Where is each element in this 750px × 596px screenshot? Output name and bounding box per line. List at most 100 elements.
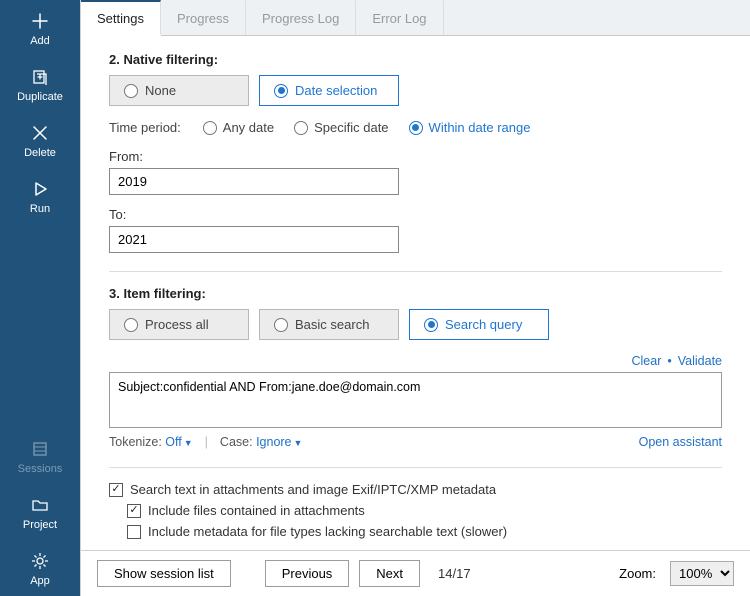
x-icon bbox=[29, 122, 51, 144]
radio-icon bbox=[124, 84, 138, 98]
previous-button[interactable]: Previous bbox=[265, 560, 350, 587]
option-label: Process all bbox=[145, 317, 209, 332]
radio-label: Specific date bbox=[314, 120, 388, 135]
tab-errorlog[interactable]: Error Log bbox=[356, 0, 443, 35]
radio-icon bbox=[124, 318, 138, 332]
play-icon bbox=[29, 178, 51, 200]
option-none[interactable]: None bbox=[109, 75, 249, 106]
radio-label: Any date bbox=[223, 120, 274, 135]
to-input[interactable] bbox=[109, 226, 399, 253]
radio-within-range[interactable]: Within date range bbox=[409, 120, 531, 135]
time-period-label: Time period: bbox=[109, 120, 181, 135]
radio-label: Within date range bbox=[429, 120, 531, 135]
chevron-down-icon: ▼ bbox=[184, 438, 193, 448]
item-filtering-options: Process all Basic search Search query bbox=[109, 309, 722, 340]
option-search-query[interactable]: Search query bbox=[409, 309, 549, 340]
radio-icon bbox=[294, 121, 308, 135]
option-label: Search query bbox=[445, 317, 522, 332]
radio-icon bbox=[409, 121, 423, 135]
tab-bar: Settings Progress Progress Log Error Log bbox=[81, 0, 750, 36]
tab-progresslog[interactable]: Progress Log bbox=[246, 0, 356, 35]
tab-progress[interactable]: Progress bbox=[161, 0, 246, 35]
case-label: Case: bbox=[220, 435, 253, 449]
section-divider bbox=[109, 467, 722, 468]
gear-icon bbox=[29, 550, 51, 572]
from-label: From: bbox=[109, 149, 722, 164]
radio-icon bbox=[424, 318, 438, 332]
zoom-select[interactable]: 100% bbox=[670, 561, 734, 586]
sidebar-item-duplicate[interactable]: Duplicate bbox=[0, 56, 80, 112]
main-area: Settings Progress Progress Log Error Log… bbox=[80, 0, 750, 596]
search-query-input[interactable] bbox=[109, 372, 722, 428]
radio-icon bbox=[274, 318, 288, 332]
radio-icon bbox=[274, 84, 288, 98]
search-options-group: ✓ Search text in attachments and image E… bbox=[109, 482, 722, 539]
validate-link[interactable]: Validate bbox=[678, 354, 722, 368]
option-basic-search[interactable]: Basic search bbox=[259, 309, 399, 340]
tokenize-label: Tokenize: bbox=[109, 435, 162, 449]
show-session-list-button[interactable]: Show session list bbox=[97, 560, 231, 587]
option-date-selection[interactable]: Date selection bbox=[259, 75, 399, 106]
sidebar-item-label: Project bbox=[23, 519, 57, 531]
sidebar-item-label: Duplicate bbox=[17, 91, 63, 103]
native-filtering-options: None Date selection bbox=[109, 75, 722, 106]
section-native-title: 2. Native filtering: bbox=[109, 52, 722, 67]
duplicate-icon bbox=[29, 66, 51, 88]
checkbox-icon: ✓ bbox=[127, 504, 141, 518]
to-label: To: bbox=[109, 207, 722, 222]
tab-settings[interactable]: Settings bbox=[81, 0, 161, 36]
check-label: Include files contained in attachments bbox=[148, 503, 365, 518]
checkbox-icon: ✓ bbox=[127, 525, 141, 539]
sidebar-item-sessions[interactable]: Sessions bbox=[0, 428, 80, 484]
footer-bar: Show session list Previous Next 14/17 Zo… bbox=[81, 550, 750, 596]
radio-any-date[interactable]: Any date bbox=[203, 120, 274, 135]
settings-content: 2. Native filtering: None Date selection… bbox=[81, 36, 750, 550]
tab-label: Settings bbox=[97, 11, 144, 26]
sidebar-item-project[interactable]: Project bbox=[0, 484, 80, 540]
sidebar-item-app[interactable]: App bbox=[0, 540, 80, 596]
sidebar-item-run[interactable]: Run bbox=[0, 168, 80, 224]
chevron-down-icon: ▼ bbox=[294, 438, 303, 448]
from-input[interactable] bbox=[109, 168, 399, 195]
tab-label: Progress bbox=[177, 11, 229, 26]
tokenize-control[interactable]: Tokenize: Off▼ bbox=[109, 435, 193, 449]
checkbox-icon: ✓ bbox=[109, 483, 123, 497]
sidebar-item-add[interactable]: Add bbox=[0, 0, 80, 56]
option-process-all[interactable]: Process all bbox=[109, 309, 249, 340]
case-control[interactable]: Case: Ignore▼ bbox=[220, 435, 303, 449]
open-assistant-link[interactable]: Open assistant bbox=[639, 435, 722, 449]
check-include-files[interactable]: ✓ Include files contained in attachments bbox=[127, 503, 722, 518]
case-value: Ignore bbox=[256, 435, 291, 449]
next-button[interactable]: Next bbox=[359, 560, 420, 587]
option-label: None bbox=[145, 83, 176, 98]
option-label: Date selection bbox=[295, 83, 377, 98]
section-item-title: 3. Item filtering: bbox=[109, 286, 722, 301]
radio-icon bbox=[203, 121, 217, 135]
sessions-icon bbox=[29, 438, 51, 460]
dot-separator: • bbox=[667, 354, 671, 368]
check-label: Search text in attachments and image Exi… bbox=[130, 482, 496, 497]
sidebar: Add Duplicate Delete Run bbox=[0, 0, 80, 596]
tab-label: Progress Log bbox=[262, 11, 339, 26]
tokenize-value: Off bbox=[165, 435, 181, 449]
sidebar-item-label: Sessions bbox=[18, 463, 63, 475]
sidebar-item-label: App bbox=[30, 575, 50, 587]
check-label: Include metadata for file types lacking … bbox=[148, 524, 507, 539]
page-counter: 14/17 bbox=[438, 566, 471, 581]
check-search-attachments[interactable]: ✓ Search text in attachments and image E… bbox=[109, 482, 722, 497]
folder-icon bbox=[29, 494, 51, 516]
sidebar-item-label: Add bbox=[30, 35, 50, 47]
sidebar-item-label: Run bbox=[30, 203, 50, 215]
sidebar-item-label: Delete bbox=[24, 147, 56, 159]
option-label: Basic search bbox=[295, 317, 369, 332]
sidebar-item-delete[interactable]: Delete bbox=[0, 112, 80, 168]
section-divider bbox=[109, 271, 722, 272]
radio-specific-date[interactable]: Specific date bbox=[294, 120, 388, 135]
time-period-row: Time period: Any date Specific date With… bbox=[109, 120, 722, 135]
query-actions: Clear • Validate bbox=[109, 354, 722, 368]
tab-label: Error Log bbox=[372, 11, 426, 26]
clear-link[interactable]: Clear bbox=[631, 354, 661, 368]
zoom-label: Zoom: bbox=[619, 566, 656, 581]
plus-icon bbox=[29, 10, 51, 32]
check-include-metadata[interactable]: ✓ Include metadata for file types lackin… bbox=[127, 524, 722, 539]
